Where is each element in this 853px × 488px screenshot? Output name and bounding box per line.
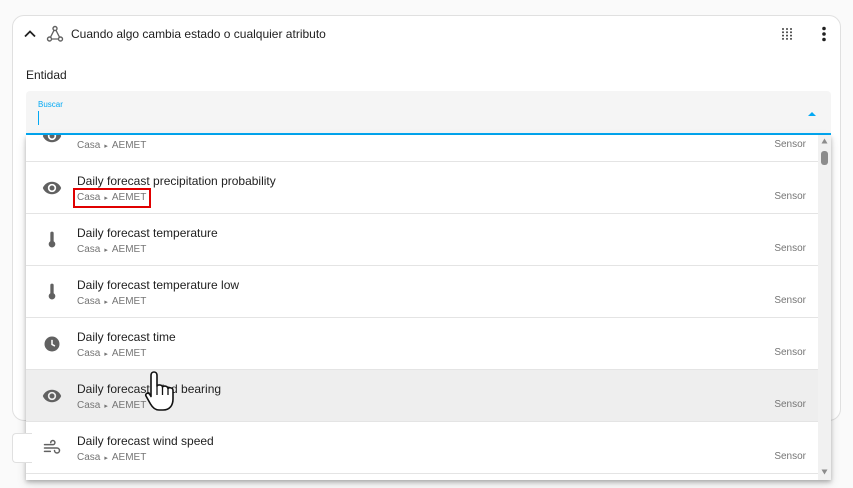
entity-options: Casa ▸ AEMET Sensor Daily forecast precipi…	[26, 135, 818, 474]
entity-path: Casa ▸ AEMET	[77, 244, 147, 255]
thermometer-icon	[48, 231, 56, 248]
list-item[interactable]: Daily forecast temperature Casa ▸ AEMET Se…	[26, 214, 818, 266]
partially-hidden-button[interactable]	[12, 433, 32, 463]
entity-domain: Sensor	[774, 347, 806, 358]
entity-name: Daily forecast temperature low	[77, 278, 240, 292]
entity-path: Casa ▸ AEMET	[77, 296, 147, 307]
highlight-box	[73, 188, 151, 208]
text-caret	[38, 111, 39, 125]
scrollbar-thumb[interactable]	[821, 151, 828, 165]
search-input[interactable]	[38, 110, 798, 128]
entity-path: Casa ▸ AEMET	[77, 348, 147, 359]
entity-dropdown-list: Casa ▸ AEMET Sensor Daily forecast precipi…	[26, 135, 831, 480]
eye-icon	[42, 181, 62, 195]
entity-path: Casa ▸ AEMET	[77, 140, 147, 151]
list-item[interactable]: Casa ▸ AEMET Sensor	[26, 135, 818, 162]
entity-domain: Sensor	[774, 295, 806, 306]
card-title: Cuando algo cambia estado o cualquier at…	[71, 27, 326, 41]
wind-icon	[43, 439, 61, 454]
hand-pointer-cursor-icon	[144, 371, 174, 411]
entity-domain: Sensor	[774, 399, 806, 410]
entity-domain: Sensor	[774, 243, 806, 254]
chevron-up-icon[interactable]	[23, 27, 37, 41]
trigger-card-header[interactable]: Cuando algo cambia estado o cualquier at…	[13, 16, 840, 54]
entity-domain: Sensor	[774, 191, 806, 202]
dropdown-arrow-up-icon[interactable]	[807, 110, 817, 118]
entity-path: Casa ▸ AEMET	[77, 400, 147, 411]
scroll-up-arrow-icon[interactable]	[821, 138, 828, 144]
entity-search-field[interactable]: Buscar	[26, 91, 831, 135]
entity-name: Daily forecast time	[77, 330, 176, 344]
state-trigger-icon	[46, 25, 64, 42]
scroll-down-arrow-icon[interactable]	[821, 469, 828, 475]
list-item[interactable]: Daily forecast temperature low Casa ▸ AEME…	[26, 266, 818, 318]
eye-icon	[42, 389, 62, 403]
clock-icon	[44, 336, 60, 352]
entity-name: Daily forecast wind speed	[77, 434, 214, 448]
entity-name: Daily forecast temperature	[77, 226, 218, 240]
eye-icon	[42, 135, 62, 143]
list-scrollbar[interactable]	[818, 135, 831, 480]
entity-name: Daily forecast precipitation probability	[77, 174, 276, 188]
entity-field-label: Entidad	[26, 68, 67, 82]
entity-domain: Sensor	[774, 451, 806, 462]
entity-domain: Sensor	[774, 139, 806, 150]
entity-path: Casa ▸ AEMET	[77, 452, 147, 463]
thermometer-icon	[48, 283, 56, 300]
drag-handle-icon[interactable]	[780, 26, 794, 42]
list-item[interactable]: Daily forecast wind speed Casa ▸ AEMET Sen…	[26, 422, 818, 474]
search-label: Buscar	[38, 100, 63, 109]
more-options-icon[interactable]	[817, 25, 831, 43]
list-item[interactable]: Daily forecast time Casa ▸ AEMET Sensor	[26, 318, 818, 370]
list-item[interactable]: Daily forecast precipitation probability…	[26, 162, 818, 214]
